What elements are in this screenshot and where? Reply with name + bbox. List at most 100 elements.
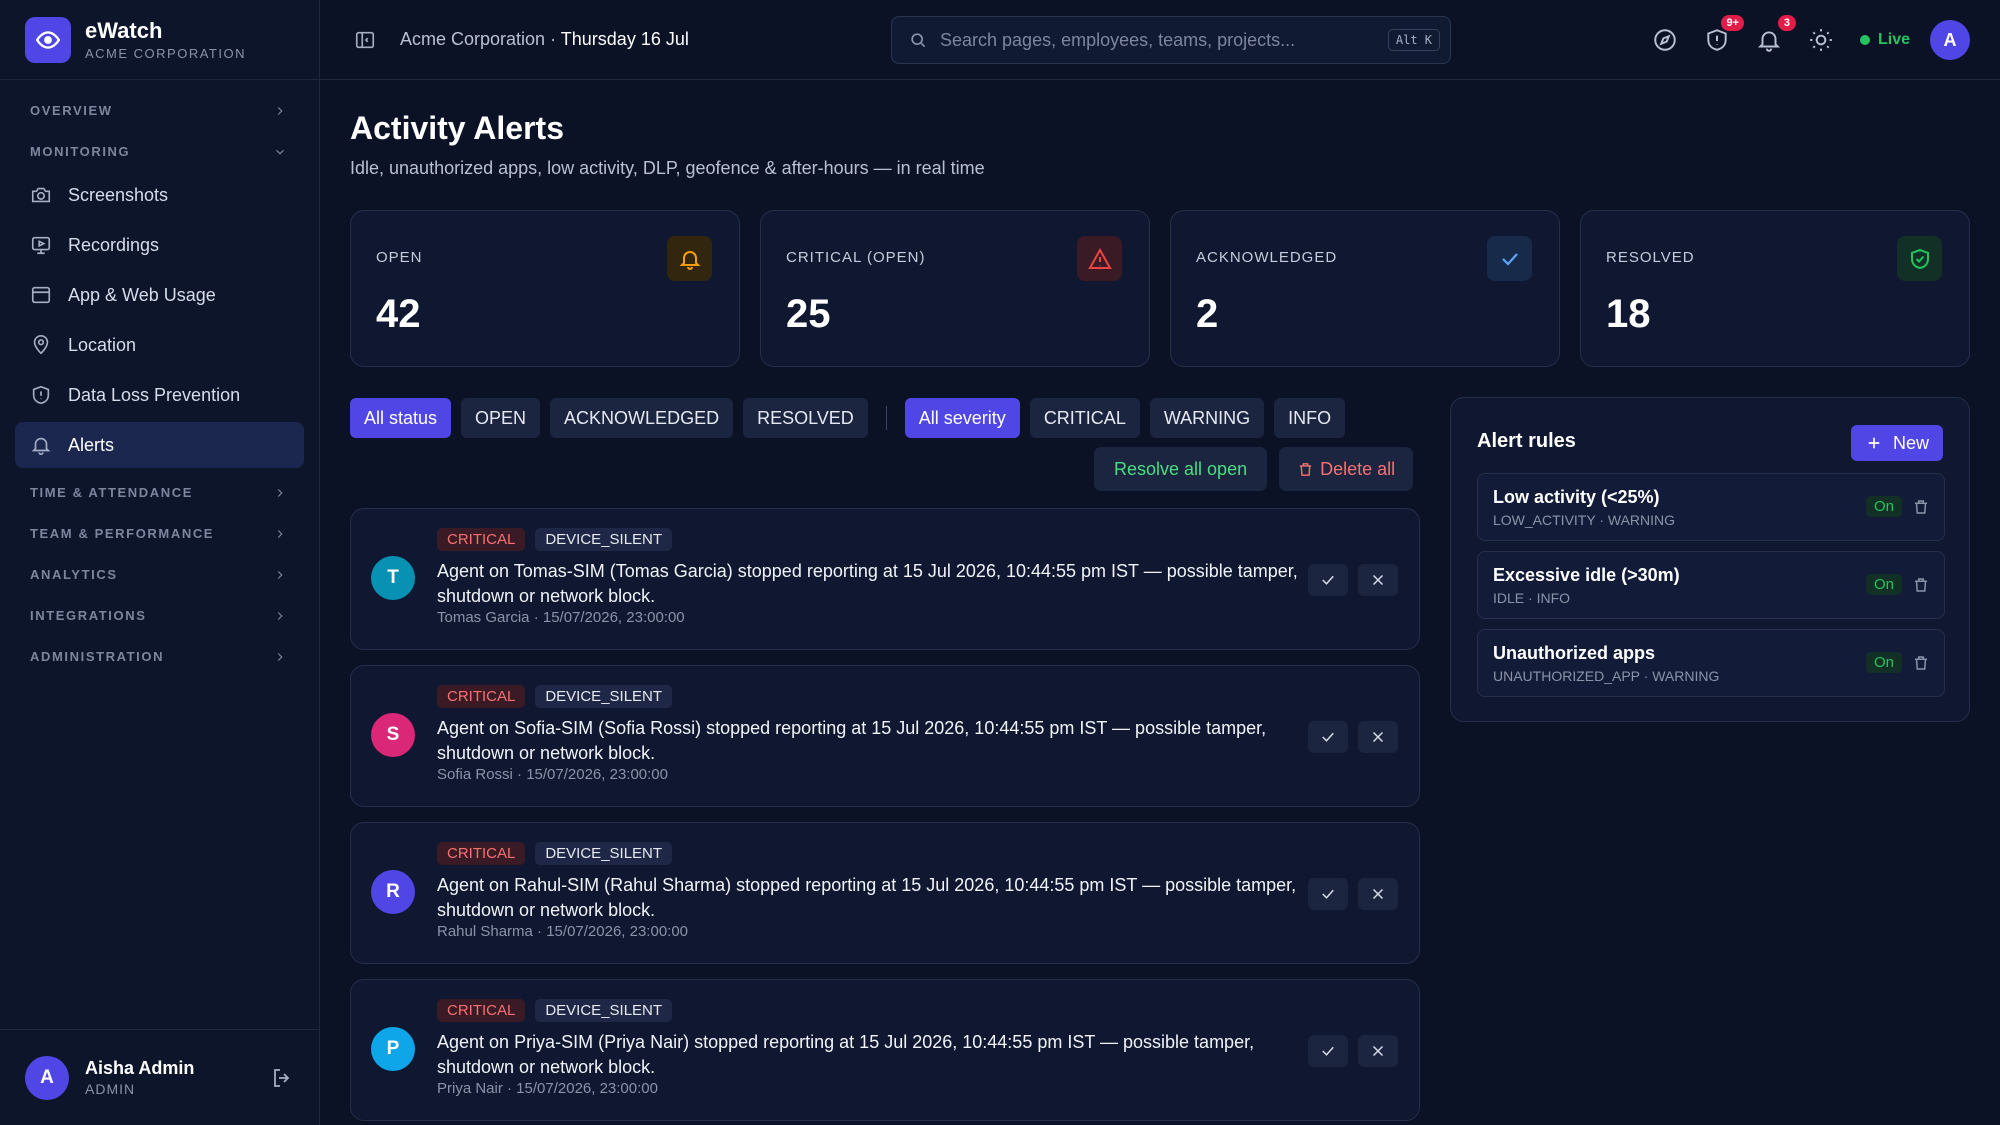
alert-meta: Sofia Rossi · 15/07/2026, 23:00:00 xyxy=(437,766,668,783)
stat-card-critical: CRITICAL (OPEN) 25 xyxy=(760,210,1150,367)
check-icon xyxy=(1322,1046,1334,1056)
avatar[interactable]: A xyxy=(1930,20,1970,60)
compass-icon[interactable] xyxy=(1652,27,1678,53)
sidebar-item-recordings[interactable]: Recordings xyxy=(15,222,304,268)
security-badge: 9+ xyxy=(1721,15,1744,31)
sidebar-toggle-icon[interactable] xyxy=(354,29,376,51)
rule-toggle[interactable]: On xyxy=(1865,574,1902,595)
search-icon xyxy=(911,33,926,48)
rule-meta: UNAUTHORIZED_APP · WARNING xyxy=(1493,668,1720,684)
check-icon xyxy=(1322,889,1334,899)
nav-section-analytics[interactable]: ANALYTICS xyxy=(0,554,319,595)
close-icon xyxy=(1372,1045,1384,1057)
section-label: TIME & ATTENDANCE xyxy=(30,485,193,500)
acknowledge-button[interactable] xyxy=(1308,1035,1348,1067)
rule-item[interactable]: Excessive idle (>30m) IDLE · INFO On xyxy=(1477,551,1945,619)
alert-message: Agent on Sofia-SIM (Sofia Rossi) stopped… xyxy=(437,718,1267,763)
filter-all-status[interactable]: All status xyxy=(350,398,452,438)
rule-toggle[interactable]: On xyxy=(1865,652,1902,673)
acknowledge-button[interactable] xyxy=(1308,721,1348,753)
section-label: ADMINISTRATION xyxy=(30,649,165,664)
severity-badge: CRITICAL xyxy=(437,528,526,551)
dismiss-button[interactable] xyxy=(1358,878,1398,910)
new-rule-button[interactable]: New xyxy=(1850,425,1943,461)
user-role: ADMIN xyxy=(85,1081,136,1097)
stat-label: CRITICAL (OPEN) xyxy=(786,249,926,266)
filter-critical[interactable]: CRITICAL xyxy=(1029,398,1140,438)
nav-section-integrations[interactable]: INTEGRATIONS xyxy=(0,595,319,636)
rule-item[interactable]: Low activity (<25%) LOW_ACTIVITY · WARNI… xyxy=(1477,473,1945,541)
nav-section-time-attendance[interactable]: TIME & ATTENDANCE xyxy=(0,472,319,513)
filter-bar: All status OPEN ACKNOWLEDGED RESOLVED Al… xyxy=(350,398,1355,438)
sidebar-item-location[interactable]: Location xyxy=(15,322,304,368)
sidebar-item-app-web-usage[interactable]: App & Web Usage xyxy=(15,272,304,318)
nav-section-overview[interactable]: OVERVIEW xyxy=(0,90,319,131)
breadcrumb: Acme Corporation · Thursday 16 Jul xyxy=(400,29,689,50)
camera-icon xyxy=(31,187,51,203)
stat-card-open: OPEN 42 xyxy=(350,210,740,367)
monitor-play-icon xyxy=(31,236,51,255)
chevron-right-icon xyxy=(277,611,283,620)
filter-all-severity[interactable]: All severity xyxy=(904,398,1020,438)
avatar[interactable]: A xyxy=(25,1055,69,1100)
bell-icon xyxy=(1757,31,1781,52)
alert-meta: Tomas Garcia · 15/07/2026, 23:00:00 xyxy=(437,609,685,626)
sidebar-item-screenshots[interactable]: Screenshots xyxy=(15,172,304,218)
rule-toggle[interactable]: On xyxy=(1865,496,1902,517)
sidebar-item-label: Data Loss Prevention xyxy=(68,384,241,405)
alert-card[interactable]: P CRITICAL DEVICE_SILENT Agent on Priya-… xyxy=(350,979,1420,1121)
notifications-button[interactable]: 3 xyxy=(1756,15,1796,53)
type-badge: DEVICE_SILENT xyxy=(535,999,673,1022)
filter-acknowledged[interactable]: ACKNOWLEDGED xyxy=(550,398,734,438)
nav-section-team-performance[interactable]: TEAM & PERFORMANCE xyxy=(0,513,319,554)
acknowledge-button[interactable] xyxy=(1308,564,1348,596)
shield-alert-icon xyxy=(1707,29,1727,51)
shield-icon xyxy=(32,385,50,405)
alert-card[interactable]: T CRITICAL DEVICE_SILENT Agent on Tomas-… xyxy=(350,508,1420,650)
page-subtitle: Idle, unauthorized apps, low activity, D… xyxy=(350,158,985,178)
dismiss-button[interactable] xyxy=(1358,1035,1398,1067)
bulk-actions: Resolve all open Delete all xyxy=(1094,447,1414,491)
alert-card[interactable]: S CRITICAL DEVICE_SILENT Agent on Sofia-… xyxy=(350,665,1420,807)
acknowledge-button[interactable] xyxy=(1308,878,1348,910)
page-title: Activity Alerts xyxy=(350,110,564,146)
nav-section-administration[interactable]: ADMINISTRATION xyxy=(0,636,319,677)
search-input[interactable]: Search pages, employees, teams, projects… xyxy=(940,30,1388,51)
filter-info[interactable]: INFO xyxy=(1274,398,1346,438)
trash-icon xyxy=(1299,462,1312,476)
map-pin-icon xyxy=(33,335,49,355)
sidebar: eWatch ACME CORPORATION OVERVIEW MONITOR… xyxy=(0,0,320,1125)
chevron-right-icon xyxy=(277,652,283,661)
stat-value: 2 xyxy=(1196,292,1219,336)
trash-icon[interactable] xyxy=(1912,498,1930,516)
chevron-down-icon xyxy=(276,149,284,155)
alert-card[interactable]: R CRITICAL DEVICE_SILENT Agent on Rahul-… xyxy=(350,822,1420,964)
filter-warning[interactable]: WARNING xyxy=(1149,398,1265,438)
sidebar-item-dlp[interactable]: Data Loss Prevention xyxy=(15,372,304,418)
nav-section-monitoring[interactable]: MONITORING xyxy=(0,131,319,172)
breadcrumb-separator: · xyxy=(550,29,557,49)
plus-icon xyxy=(1868,437,1880,449)
eye-logo-icon xyxy=(25,16,71,63)
stat-value: 25 xyxy=(786,292,831,336)
resolve-all-button[interactable]: Resolve all open xyxy=(1094,447,1268,491)
trash-icon[interactable] xyxy=(1912,654,1930,672)
logout-icon[interactable] xyxy=(270,1066,294,1090)
type-badge: DEVICE_SILENT xyxy=(535,528,673,551)
shield-check-icon xyxy=(1897,236,1942,281)
delete-all-button[interactable]: Delete all xyxy=(1279,447,1414,491)
sidebar-item-label: Screenshots xyxy=(68,184,169,205)
brand-name: eWatch xyxy=(85,18,163,43)
rule-item[interactable]: Unauthorized apps UNAUTHORIZED_APP · WAR… xyxy=(1477,629,1945,697)
security-alerts-button[interactable]: 9+ xyxy=(1704,15,1744,53)
filter-open[interactable]: OPEN xyxy=(461,398,541,438)
sidebar-item-alerts[interactable]: Alerts xyxy=(15,422,304,468)
chevron-right-icon xyxy=(277,488,283,497)
search-box[interactable]: Search pages, employees, teams, projects… xyxy=(891,16,1451,64)
trash-icon[interactable] xyxy=(1912,576,1930,594)
dismiss-button[interactable] xyxy=(1358,721,1398,753)
new-rule-label: New xyxy=(1892,432,1929,453)
filter-resolved[interactable]: RESOLVED xyxy=(743,398,868,438)
dismiss-button[interactable] xyxy=(1358,564,1398,596)
theme-toggle-icon[interactable] xyxy=(1808,27,1834,53)
